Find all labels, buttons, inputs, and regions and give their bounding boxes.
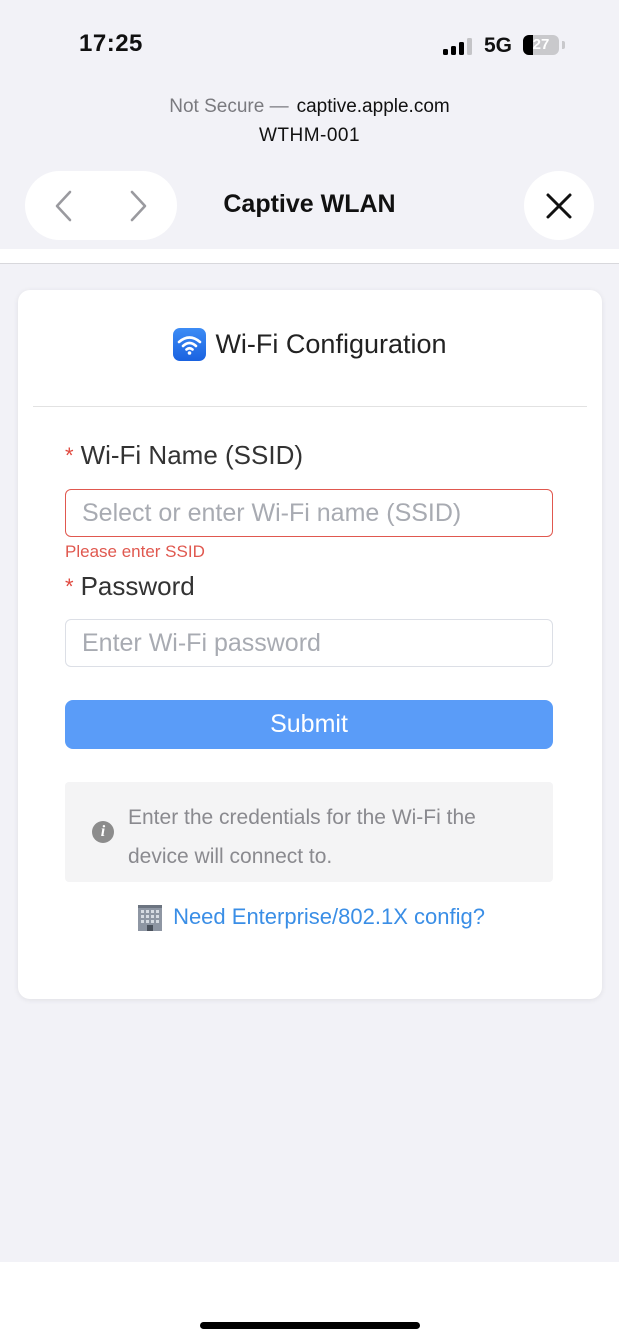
password-label: * Password — [65, 571, 195, 602]
wifi-config-card: Wi-Fi Configuration * Wi-Fi Name (SSID) … — [18, 290, 602, 999]
ssid-label: * Wi-Fi Name (SSID) — [65, 440, 303, 471]
ssid-label-text: Wi-Fi Name (SSID) — [80, 440, 303, 470]
card-header: Wi-Fi Configuration — [18, 328, 602, 361]
ssid-input[interactable] — [65, 489, 553, 537]
page-divider — [0, 263, 619, 264]
submit-button[interactable]: Submit — [65, 700, 553, 749]
card-title: Wi-Fi Configuration — [215, 329, 447, 359]
battery-level: 27 — [532, 36, 550, 53]
card-divider — [33, 406, 587, 407]
required-marker: * — [65, 442, 74, 468]
password-input[interactable] — [65, 619, 553, 667]
network-type: 5G — [484, 34, 513, 57]
bottom-bar — [0, 1262, 619, 1342]
cellular-signal-icon — [443, 37, 475, 55]
required-marker: * — [65, 573, 74, 599]
ssid-error-message: Please enter SSID — [65, 542, 205, 561]
info-text: Enter the credentials for the Wi-Fi the … — [128, 806, 476, 868]
not-secure-label: Not Secure — — [169, 96, 289, 117]
info-icon: i — [92, 821, 114, 843]
password-label-text: Password — [80, 571, 195, 601]
home-indicator[interactable] — [200, 1322, 420, 1329]
battery-tip — [562, 41, 565, 49]
info-box: i Enter the credentials for the Wi-Fi th… — [65, 782, 553, 882]
enterprise-link-text[interactable]: Need Enterprise/802.1X config? — [173, 904, 485, 930]
battery-icon: 27 — [523, 35, 559, 55]
close-button[interactable] — [524, 171, 594, 240]
enterprise-config-link[interactable]: Need Enterprise/802.1X config? — [18, 902, 602, 932]
url-bar: Not Secure — captive.apple.com — [0, 96, 619, 118]
page-top-strip — [0, 249, 619, 263]
status-time: 17:25 — [79, 30, 143, 57]
close-icon — [546, 193, 572, 218]
url-host: captive.apple.com — [296, 96, 450, 117]
wifi-icon — [173, 328, 207, 361]
building-icon — [138, 905, 163, 931]
status-bar: 17:25 5G 27 — [0, 0, 619, 90]
network-ssid: WTHM-001 — [258, 125, 361, 146]
